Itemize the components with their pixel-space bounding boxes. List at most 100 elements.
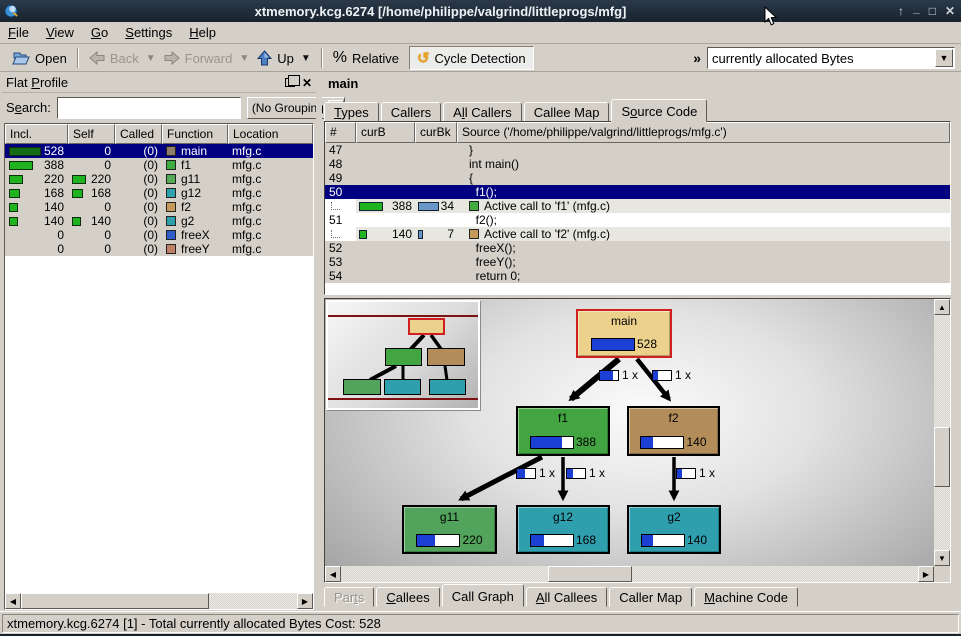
scroll-left-icon[interactable]: ◀ [5, 593, 21, 609]
tab-source-code[interactable]: Source Code [611, 99, 707, 122]
float-dock-icon[interactable] [285, 78, 295, 87]
app-icon [4, 3, 20, 19]
relative-toggle[interactable]: % Relative [329, 47, 403, 69]
titlebar[interactable]: xtmemory.kcg.6274 [/home/philippe/valgri… [0, 0, 961, 22]
statusbar: xtmemory.kcg.6274 [1] - Total currently … [0, 611, 961, 634]
graph-node-g11[interactable]: g11 220 [402, 505, 497, 554]
toolbar-overflow-chevron[interactable]: » [693, 50, 701, 66]
graph-node-g12[interactable]: g12 168 [516, 505, 610, 554]
call-graph-canvas[interactable]: main 528 f1 388 f2 140 g11 220 g12 168 g… [325, 299, 934, 566]
cost-bar [641, 534, 685, 547]
cycle-detection-toggle[interactable]: ↺ Cycle Detection [409, 46, 534, 70]
column-header-called[interactable]: Called [115, 124, 162, 144]
tab-caller-map[interactable]: Caller Map [609, 587, 692, 607]
graph-vscrollbar[interactable]: ▲ ▼ [934, 299, 950, 566]
forward-dropdown-icon[interactable]: ▼ [239, 53, 249, 64]
tab-all-callers[interactable]: All Callers [443, 102, 522, 122]
graph-node-g2[interactable]: g2 140 [627, 505, 721, 554]
table-row-main[interactable]: 528 0 (0) main mfg.c [5, 144, 313, 158]
tab-machine-code[interactable]: Machine Code [694, 587, 798, 607]
incl-bar [9, 161, 33, 170]
column-header-incl[interactable]: Incl. [5, 124, 68, 144]
menu-view[interactable]: View [46, 25, 74, 40]
window-title: xtmemory.kcg.6274 [/home/philippe/valgri… [30, 4, 851, 19]
source-line[interactable]: 51 f2(); [325, 213, 950, 227]
graph-minimap[interactable] [326, 300, 480, 410]
table-row-f2[interactable]: 140 0 (0) f2 mfg.c [5, 200, 313, 214]
menu-settings[interactable]: Settings [125, 25, 172, 40]
source-call-line[interactable]: 140 7 Active call to 'f2' (mfg.c) [325, 227, 950, 241]
maximize-button[interactable]: □ [929, 0, 936, 22]
table-row-g11[interactable]: 220 220 (0) g11 mfg.c [5, 172, 313, 186]
source-line[interactable]: 54 return 0; [325, 269, 950, 283]
cycle-detection-icon: ↺ [417, 49, 430, 67]
search-input[interactable] [57, 97, 241, 119]
back-dropdown-icon[interactable]: ▼ [146, 53, 156, 64]
incl-bar [9, 175, 23, 184]
column-header-curbk[interactable]: curBk [415, 122, 457, 143]
source-line[interactable]: 47} [325, 143, 950, 157]
column-header-function[interactable]: Function [162, 124, 228, 144]
table-row-freeY[interactable]: 0 0 (0) freeY mfg.c [5, 242, 313, 256]
source-line[interactable]: 49{ [325, 171, 950, 185]
menu-help[interactable]: Help [189, 25, 216, 40]
scroll-up-icon[interactable]: ▲ [934, 299, 950, 315]
source-line-selected[interactable]: 50 f1(); [325, 185, 950, 199]
curb-bar [359, 230, 367, 239]
shade-button[interactable]: ↑ [898, 0, 904, 22]
tab-callee-map[interactable]: Callee Map [524, 102, 610, 122]
menu-go[interactable]: Go [91, 25, 108, 40]
close-button[interactable]: ✕ [945, 0, 955, 22]
scroll-right-icon[interactable]: ▶ [297, 593, 313, 609]
mouse-cursor [764, 6, 778, 27]
source-line[interactable]: 52 freeX(); [325, 241, 950, 255]
tab-call-graph[interactable]: Call Graph [442, 584, 524, 607]
table-row-g12[interactable]: 168 168 (0) g12 mfg.c [5, 186, 313, 200]
column-header-self[interactable]: Self [68, 124, 115, 144]
column-header-location[interactable]: Location [228, 124, 313, 144]
flat-profile-hscrollbar[interactable]: ◀ ▶ [5, 593, 313, 609]
function-color-swatch [166, 146, 176, 156]
table-row-freeX[interactable]: 0 0 (0) freeX mfg.c [5, 228, 313, 242]
minimize-button[interactable]: _ [913, 0, 920, 19]
table-row-g2[interactable]: 140 140 (0) g2 mfg.c [5, 214, 313, 228]
menu-file[interactable]: File [8, 25, 29, 40]
column-header-line[interactable]: # [325, 122, 356, 143]
table-row-f1[interactable]: 388 0 (0) f1 mfg.c [5, 158, 313, 172]
scroll-slider[interactable] [934, 427, 950, 487]
tab-all-callees[interactable]: All Callees [526, 587, 607, 607]
tab-callees[interactable]: Callees [376, 587, 439, 607]
close-dock-icon[interactable]: ✕ [302, 76, 312, 90]
function-title: main [328, 76, 358, 91]
graph-hscrollbar[interactable]: ◀ ▶ [325, 566, 934, 582]
graph-node-main[interactable]: main 528 [576, 309, 672, 358]
forward-icon [164, 51, 180, 65]
column-header-curb[interactable]: curB [356, 122, 415, 143]
flat-profile-titlebar[interactable]: Flat Profile ✕ [2, 73, 316, 93]
panel-splitter[interactable] [316, 73, 322, 610]
scrollbar-corner [934, 566, 950, 582]
column-header-source[interactable]: Source ('/home/philippe/valgrind/littlep… [457, 122, 950, 143]
forward-button[interactable]: Forward▼ [160, 49, 254, 68]
tab-callers[interactable]: Callers [381, 102, 441, 122]
scroll-right-icon[interactable]: ▶ [918, 566, 934, 582]
scroll-slider[interactable] [548, 566, 632, 582]
toolbar-separator [77, 48, 79, 68]
up-button[interactable]: Up▼ [253, 48, 315, 68]
graph-node-f2[interactable]: f2 140 [627, 406, 720, 456]
scroll-slider[interactable] [21, 593, 209, 609]
scroll-down-icon[interactable]: ▼ [934, 550, 950, 566]
toolbar: Open Back▼ Forward▼ Up▼ % Relative [0, 45, 961, 72]
scroll-left-icon[interactable]: ◀ [325, 566, 341, 582]
combo-arrow-icon[interactable]: ▼ [935, 49, 953, 67]
open-button[interactable]: Open [8, 48, 71, 68]
graph-node-f1[interactable]: f1 388 [516, 406, 610, 456]
event-type-select[interactable]: currently allocated Bytes ▼ [707, 47, 955, 69]
incl-bar [9, 217, 18, 226]
up-dropdown-icon[interactable]: ▼ [301, 53, 311, 64]
source-line[interactable]: 53 freeY(); [325, 255, 950, 269]
source-line[interactable]: 48int main() [325, 157, 950, 171]
tab-types[interactable]: Types [324, 102, 379, 122]
back-button[interactable]: Back▼ [85, 49, 160, 68]
source-call-line[interactable]: 388 34 Active call to 'f1' (mfg.c) [325, 199, 950, 213]
